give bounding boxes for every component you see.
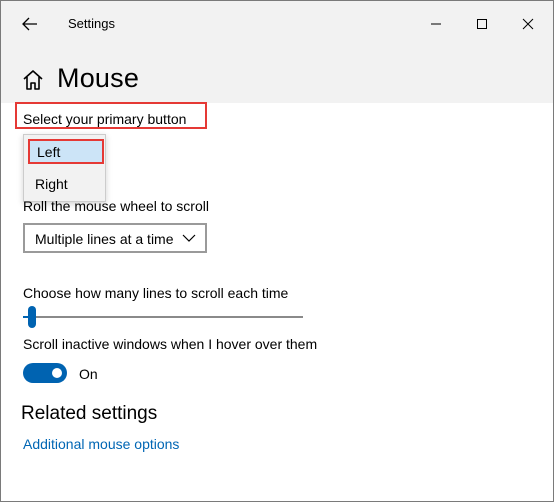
back-button[interactable] [15, 10, 45, 38]
back-arrow-icon [22, 17, 37, 31]
scroll-mode-value: Multiple lines at a time [35, 231, 174, 247]
scroll-mode-select[interactable]: Multiple lines at a time [23, 223, 207, 253]
minimize-icon [431, 23, 441, 25]
lines-slider-thumb[interactable] [28, 306, 37, 328]
lines-label: Choose how many lines to scroll each tim… [23, 285, 289, 301]
related-settings-heading: Related settings [21, 403, 158, 424]
dropdown-option-left[interactable]: Left [28, 139, 104, 164]
close-button[interactable] [505, 7, 551, 41]
additional-mouse-options-link[interactable]: Additional mouse options [23, 436, 179, 452]
minimize-button[interactable] [413, 7, 459, 41]
inactive-scroll-label: Scroll inactive windows when I hover ove… [23, 336, 318, 352]
primary-button-highlight [15, 102, 207, 129]
scroll-label: Roll the mouse wheel to scroll [23, 198, 209, 214]
toggle-state-label: On [79, 366, 98, 382]
maximize-icon [477, 19, 487, 29]
maximize-button[interactable] [459, 7, 505, 41]
page-title: Mouse [57, 63, 140, 93]
inactive-scroll-toggle[interactable] [23, 363, 67, 383]
dropdown-option-right[interactable]: Right [24, 170, 105, 198]
chevron-down-icon [182, 234, 196, 242]
close-icon [522, 18, 534, 30]
settings-window: Settings Mouse Select your primary butto… [0, 0, 554, 502]
toggle-knob [52, 368, 62, 378]
title-bar: Settings [1, 1, 553, 47]
primary-button-dropdown: Left Right [23, 134, 106, 202]
lines-slider-track[interactable] [23, 316, 303, 318]
window-title: Settings [68, 16, 115, 31]
home-icon[interactable] [21, 68, 45, 92]
